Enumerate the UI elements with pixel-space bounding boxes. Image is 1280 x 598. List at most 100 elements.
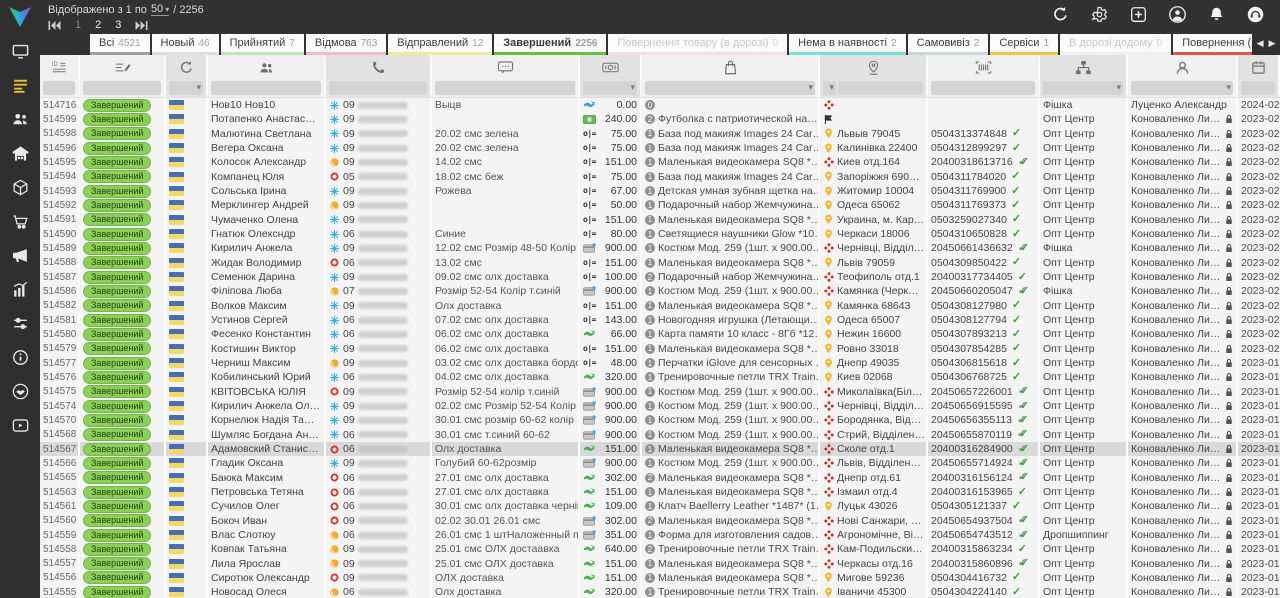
last-page-button[interactable] bbox=[135, 20, 148, 31]
column-header-date[interactable] bbox=[1238, 55, 1280, 79]
table-row[interactable]: 514574ЗавершенийКирилич Анжела Ол…0902.0… bbox=[40, 399, 1280, 413]
table-row[interactable]: 514561ЗавершенийСучилов Олег0630.01 смс … bbox=[40, 499, 1280, 513]
table-row[interactable]: 514557ЗавершенийЛила Ярослав0925.01 смс … bbox=[40, 557, 1280, 571]
column-header-fulfillment[interactable] bbox=[1040, 55, 1128, 79]
refresh-icon[interactable] bbox=[1052, 6, 1069, 23]
sidebar-item-info[interactable] bbox=[0, 340, 40, 374]
tab-5[interactable]: Завершений2256 bbox=[494, 34, 606, 55]
table-row[interactable]: 514563ЗавершенийПетровська Тетяна0627.01… bbox=[40, 485, 1280, 499]
table-row[interactable]: 514558ЗавершенийКовпак Татьяна0925.01 см… bbox=[40, 542, 1280, 556]
table-row[interactable]: 514556ЗавершенийСиротюк Олександр09ОЛХ д… bbox=[40, 571, 1280, 585]
column-header-customer[interactable] bbox=[208, 55, 326, 79]
table-row[interactable]: 514565ЗавершенийБаюка Максим0627.01 смс … bbox=[40, 471, 1280, 485]
filter-comment[interactable] bbox=[435, 81, 575, 95]
column-header-products[interactable] bbox=[642, 55, 820, 79]
table-row[interactable]: 514587ЗавершенийСеменюк Дарина0909.02 см… bbox=[40, 270, 1280, 284]
table-row[interactable]: 514580ЗавершенийФесенко Константин0606.0… bbox=[40, 327, 1280, 341]
filter-delivery-0[interactable] bbox=[823, 81, 836, 95]
sidebar-item-purchases[interactable] bbox=[0, 204, 40, 238]
table-row[interactable]: 514588ЗавершенийЖидак Володимир0613.02 с… bbox=[40, 256, 1280, 270]
sidebar-item-tutorials[interactable] bbox=[0, 408, 40, 442]
filter-products[interactable] bbox=[645, 81, 815, 95]
tab-1[interactable]: Новый46 bbox=[152, 34, 219, 55]
sidebar-item-orders[interactable] bbox=[0, 68, 40, 102]
settings-icon[interactable] bbox=[1091, 6, 1108, 23]
column-header-source[interactable] bbox=[166, 55, 208, 79]
tab-2[interactable]: Прийнятий7 bbox=[221, 34, 304, 55]
per-page-select[interactable]: 50▾ bbox=[151, 3, 169, 16]
column-header-status[interactable] bbox=[80, 55, 166, 79]
filter-customer[interactable] bbox=[211, 81, 321, 95]
tab-10[interactable]: В дорозі додому0 bbox=[1060, 34, 1171, 55]
table-row[interactable]: 514566ЗавершенийГладик Оксана09Голубий 6… bbox=[40, 456, 1280, 470]
sidebar-item-partners[interactable] bbox=[0, 374, 40, 408]
table-row[interactable]: 514586ЗавершенийФіліпова Люба07Розмір 52… bbox=[40, 284, 1280, 298]
table-row[interactable]: 514596ЗавершенийВегера Оксана0920.02 смс… bbox=[40, 141, 1280, 155]
first-page-button[interactable] bbox=[48, 20, 61, 31]
tab-9[interactable]: Сервіси1 bbox=[990, 34, 1058, 55]
tab-scroll-right-icon[interactable]: ▶ bbox=[1269, 38, 1276, 49]
column-header-tracking[interactable] bbox=[928, 55, 1040, 79]
support-icon[interactable] bbox=[1247, 6, 1264, 23]
tab-scroll-left-icon[interactable]: ◀ bbox=[1257, 38, 1264, 49]
notifications-icon[interactable] bbox=[1208, 6, 1225, 23]
table-row[interactable]: 514577ЗавершенийЧерниш Максим0903.02 смс… bbox=[40, 356, 1280, 370]
table-row[interactable]: 514581ЗавершенийУстинов Сергей0607.02 см… bbox=[40, 313, 1280, 327]
tab-7[interactable]: Нема в наявності2 bbox=[789, 34, 905, 55]
filter-source[interactable] bbox=[169, 81, 203, 95]
account-icon[interactable] bbox=[1169, 6, 1186, 23]
table-row[interactable]: 514582ЗавершенийВолков Максим09Олх доста… bbox=[40, 299, 1280, 313]
page-number-1[interactable]: 1 bbox=[75, 19, 81, 31]
sidebar-item-marketing[interactable] bbox=[0, 238, 40, 272]
table-row[interactable]: 514559ЗавершенийВлас Слотюу0626.01 смс 1… bbox=[40, 528, 1280, 542]
table-row[interactable]: 514598ЗавершенийМалютина Светлана0920.02… bbox=[40, 127, 1280, 141]
sidebar-item-warehouse[interactable] bbox=[0, 136, 40, 170]
tab-4[interactable]: Відправлений12 bbox=[388, 34, 492, 55]
table-row[interactable]: 514579ЗавершенийКостишин Виктор0906.02 с… bbox=[40, 342, 1280, 356]
sidebar-item-settings[interactable] bbox=[0, 306, 40, 340]
app-logo-icon[interactable] bbox=[0, 0, 40, 34]
tab-8[interactable]: Самовивіз2 bbox=[908, 34, 989, 55]
column-header-payment[interactable] bbox=[580, 55, 642, 79]
filter-fulfillment[interactable] bbox=[1043, 81, 1123, 95]
tab-3[interactable]: Відмова763 bbox=[306, 34, 386, 55]
table-row[interactable]: 514595ЗавершенийКолосок Александр0914.02… bbox=[40, 155, 1280, 169]
sidebar-item-customers[interactable] bbox=[0, 102, 40, 136]
table-row[interactable]: 514576ЗавершенийКобилинський Юрий0604.02… bbox=[40, 370, 1280, 384]
column-header-delivery[interactable] bbox=[820, 55, 928, 79]
table-row[interactable]: 514589ЗавершенийКирилич Анжела0912.02 см… bbox=[40, 241, 1280, 255]
filter-tracking[interactable] bbox=[931, 81, 1035, 95]
sidebar-item-dashboard[interactable] bbox=[0, 34, 40, 68]
table-row[interactable]: 514560ЗавершенийБокоч Иван0902.02 30.01 … bbox=[40, 514, 1280, 528]
sidebar-item-statistics[interactable] bbox=[0, 272, 40, 306]
table-row[interactable]: 514568ЗавершенийШумляс Богдана Ан…0630.0… bbox=[40, 428, 1280, 442]
table-row[interactable]: 514594ЗавершенийКомпанец Юля0518.02 смс … bbox=[40, 170, 1280, 184]
filter-status[interactable] bbox=[83, 81, 161, 95]
column-header-manager[interactable] bbox=[1128, 55, 1238, 79]
add-box-icon[interactable] bbox=[1130, 6, 1147, 23]
table-row[interactable]: 514593ЗавершенийСольська Ірина09Рожеваo|… bbox=[40, 184, 1280, 198]
tab-0[interactable]: Всі4521 bbox=[90, 34, 150, 55]
filter-manager[interactable] bbox=[1131, 81, 1233, 95]
table-row[interactable]: 514716ЗавершенийНов10 Нов1009Выцв0.000Фі… bbox=[40, 98, 1280, 112]
table-row[interactable]: 514590ЗавершенийГнатюк Олексндр06Синиеo|… bbox=[40, 227, 1280, 241]
column-header-comment[interactable] bbox=[432, 55, 580, 79]
table-row[interactable]: 514599ЗавершенийПотапенко Анастас…09240.… bbox=[40, 112, 1280, 126]
table-row[interactable]: 514575ЗавершенийКВІТОВСЬКА ЮЛІЯ09Розмір … bbox=[40, 385, 1280, 399]
filter-id[interactable] bbox=[43, 81, 75, 95]
filter-phone[interactable] bbox=[329, 81, 427, 95]
table-row[interactable]: 514592ЗавершенийМерклингер Андрей09o|=50… bbox=[40, 198, 1280, 212]
filter-payment[interactable] bbox=[583, 81, 637, 95]
filter-date[interactable] bbox=[1241, 81, 1275, 95]
column-header-phone[interactable] bbox=[326, 55, 432, 79]
table-row[interactable]: 514567ЗавершенийАдамовский Станис…06Олх … bbox=[40, 442, 1280, 456]
table-row[interactable]: 514555ЗавершенийНовосад Олеся06Олх доста… bbox=[40, 585, 1280, 598]
page-number-3[interactable]: 3 bbox=[115, 19, 121, 31]
tab-6[interactable]: Повернення товару (в дорозі)0 bbox=[608, 34, 787, 55]
column-header-id[interactable]: ID bbox=[40, 55, 80, 79]
filter-delivery-1[interactable] bbox=[838, 81, 923, 95]
table-row[interactable]: 514591ЗавершенийЧумаченко Олена09o|=151.… bbox=[40, 213, 1280, 227]
table-row[interactable]: 514570ЗавершенийКорнелюк Надія Та…0930.0… bbox=[40, 413, 1280, 427]
page-number-2[interactable]: 2 bbox=[95, 19, 101, 31]
sidebar-item-products[interactable] bbox=[0, 170, 40, 204]
